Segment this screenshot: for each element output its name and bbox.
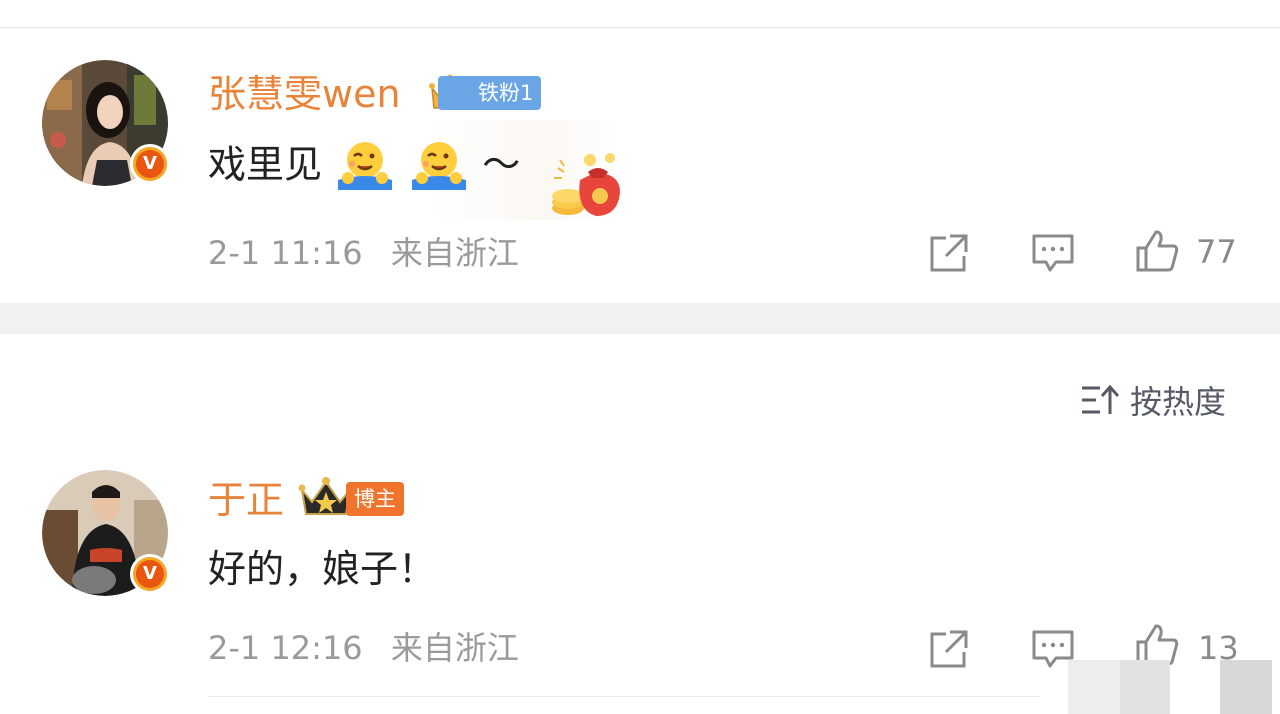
wink-hug-emoji <box>338 142 393 190</box>
blogger-badge: 博主 <box>346 482 404 516</box>
verified-badge: V <box>130 144 170 184</box>
avatar[interactable]: V <box>42 60 170 186</box>
like-icon[interactable] <box>1134 228 1180 274</box>
section-gap <box>0 303 1280 334</box>
wink-hug-emoji <box>412 142 467 190</box>
comment-text: 好的，娘子！ <box>208 547 437 591</box>
sort-icon <box>1082 384 1120 414</box>
username[interactable]: 于正 <box>208 478 284 522</box>
comment-text: 戏里见 ～ <box>208 138 520 196</box>
mosaic-overlay <box>1068 660 1120 714</box>
sort-label: 按热度 <box>1130 383 1227 421</box>
like-count: 77 <box>1196 233 1237 271</box>
top-divider <box>0 27 1280 28</box>
comment-location: 来自浙江 <box>390 234 519 272</box>
bottom-divider <box>208 696 1040 697</box>
fan-badge: 铁粉1 <box>438 76 542 110</box>
sort-by-hot-button[interactable]: 按热度 <box>1080 378 1226 422</box>
avatar[interactable]: V <box>42 470 170 596</box>
share-icon[interactable] <box>926 230 972 276</box>
tilde: ～ <box>482 142 521 187</box>
comment-date: 2-1 12:16 <box>208 629 363 667</box>
verified-badge: V <box>130 554 170 594</box>
comment-meta: 2-1 11:16 来自浙江 <box>208 233 519 273</box>
mosaic-overlay <box>1120 660 1170 714</box>
share-icon[interactable] <box>926 626 972 672</box>
comment-meta: 2-1 12:16 来自浙江 <box>208 628 519 668</box>
lucky-bag-icon <box>552 153 620 216</box>
username[interactable]: 张慧雯wen <box>208 72 401 116</box>
comment-date: 2-1 11:16 <box>208 234 363 272</box>
comment-text-body: 戏里见 <box>208 142 323 187</box>
comment-icon[interactable] <box>1030 230 1076 276</box>
mosaic-overlay <box>1220 660 1272 714</box>
comment-location: 来自浙江 <box>390 629 519 667</box>
